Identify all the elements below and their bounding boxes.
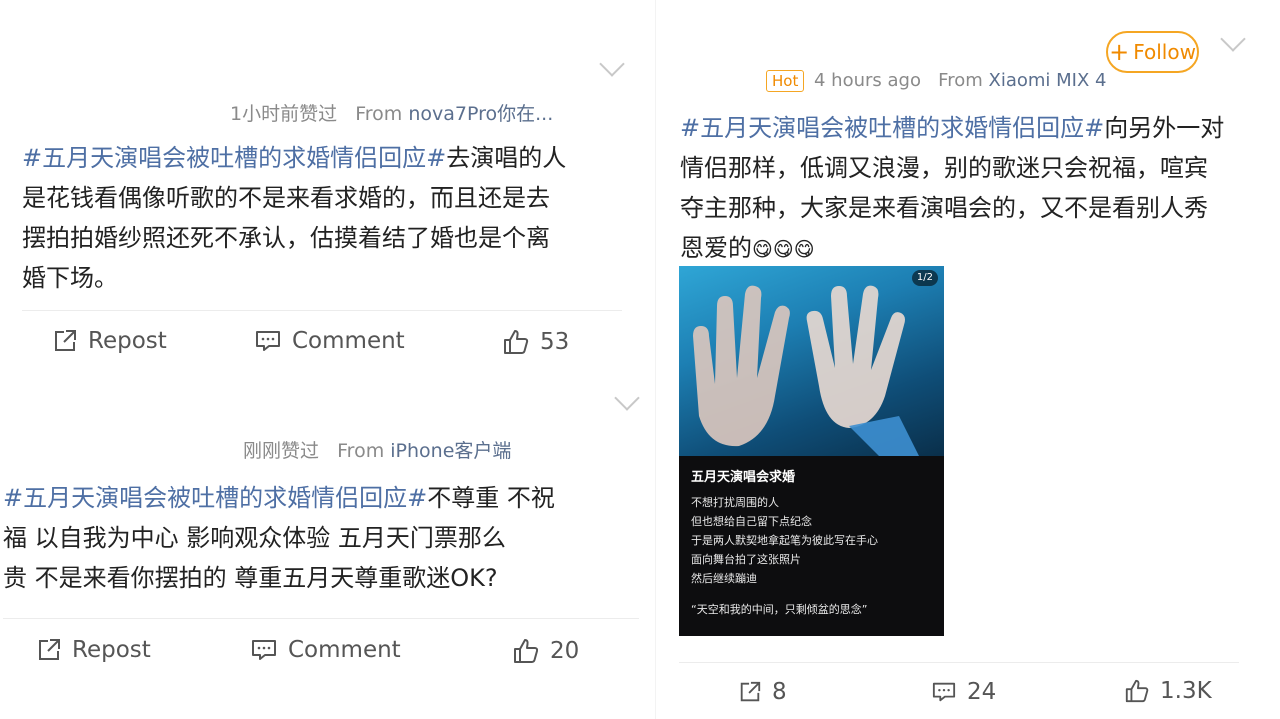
repost-label: Repost [88, 328, 167, 354]
comment-label: Comment [288, 637, 401, 663]
follow-label: Follow [1133, 40, 1196, 64]
device-name: Xiaomi MIX 4 [988, 70, 1107, 91]
like-icon [514, 639, 539, 663]
post-image[interactable]: 1/2 五月天演唱会求婚 不想打扰周围的人 但也想给自己留下点纪念 于是两人默契… [679, 266, 944, 636]
hot-badge: Hot [766, 70, 805, 92]
like-icon [504, 330, 529, 354]
hashtag-link[interactable]: #五月天演唱会被吐槽的求婚情侣回应# [680, 114, 1104, 142]
chevron-down-icon[interactable] [599, 51, 625, 77]
plus-icon: + [1109, 38, 1130, 66]
like-count: 20 [550, 638, 580, 664]
repost-icon [740, 681, 761, 702]
post-meta: 1小时前赞过 From nova7Pro你在... [230, 99, 553, 126]
image-pager: 1/2 [911, 270, 938, 286]
comment-label: Comment [292, 328, 405, 354]
post-meta: 4 hours ago From Xiaomi MIX 4 [814, 70, 1106, 91]
from-label: From [355, 103, 403, 125]
comment-button[interactable]: Comment [250, 637, 401, 663]
comment-button[interactable]: 24 [931, 679, 996, 705]
repost-button[interactable]: 8 [738, 679, 787, 705]
hashtag-link[interactable]: #五月天演唱会被吐槽的求婚情侣回应# [3, 484, 427, 512]
like-button[interactable]: 53 [502, 328, 569, 356]
repost-icon [55, 330, 76, 351]
repost-icon [39, 639, 60, 660]
hashtag-link[interactable]: #五月天演唱会被吐槽的求婚情侣回应# [22, 144, 446, 172]
follow-button[interactable]: + Follow [1106, 31, 1199, 73]
comment-icon [256, 331, 280, 351]
post-time: 刚刚赞过 [243, 440, 320, 462]
repost-button[interactable]: Repost [52, 328, 167, 354]
chevron-down-icon[interactable] [614, 385, 640, 411]
device-name: iPhone客户端 [390, 440, 512, 462]
like-icon [1125, 679, 1149, 703]
hands-photo [679, 266, 944, 456]
image-title: 五月天演唱会求婚 [691, 470, 796, 485]
repost-button[interactable]: Repost [36, 637, 151, 663]
device-name: nova7Pro你在... [408, 103, 554, 125]
like-count: 53 [540, 329, 570, 355]
chevron-down-icon[interactable] [1220, 26, 1246, 52]
comment-icon [932, 682, 956, 702]
post-time: 4 hours ago [814, 70, 921, 91]
repost-label: Repost [72, 637, 151, 663]
image-quote: “天空和我的中间，只剩倾盆的思念” [691, 603, 868, 616]
post-time: 1小时前赞过 [230, 103, 338, 125]
repost-count: 8 [772, 679, 787, 705]
emoji-icon: 😋😋😋 [752, 237, 815, 261]
like-count: 1.3K [1160, 678, 1212, 704]
from-label: From [938, 70, 983, 91]
comment-icon [252, 640, 276, 660]
post-meta: 刚刚赞过 From iPhone客户端 [243, 436, 511, 463]
post-text: #五月天演唱会被吐槽的求婚情侣回应#不尊重 不祝 福 以自我为中心 影响观众体验… [3, 484, 555, 592]
comment-button[interactable]: Comment [254, 328, 405, 354]
image-caption: 不想打扰周围的人 但也想给自己留下点纪念 于是两人默契地拿起笔为彼此写在手心 面… [691, 496, 878, 585]
like-button[interactable]: 1.3K [1124, 678, 1212, 704]
like-button[interactable]: 20 [512, 637, 579, 665]
from-label: From [337, 440, 385, 462]
post-text: #五月天演唱会被吐槽的求婚情侣回应#向另外一对 情侣那样，低调又浪漫，别的歌迷只… [680, 114, 1225, 262]
comment-count: 24 [967, 679, 997, 705]
post-text: #五月天演唱会被吐槽的求婚情侣回应#去演唱的人 是花钱看偶像听歌的不是来看求婚的… [22, 144, 567, 292]
